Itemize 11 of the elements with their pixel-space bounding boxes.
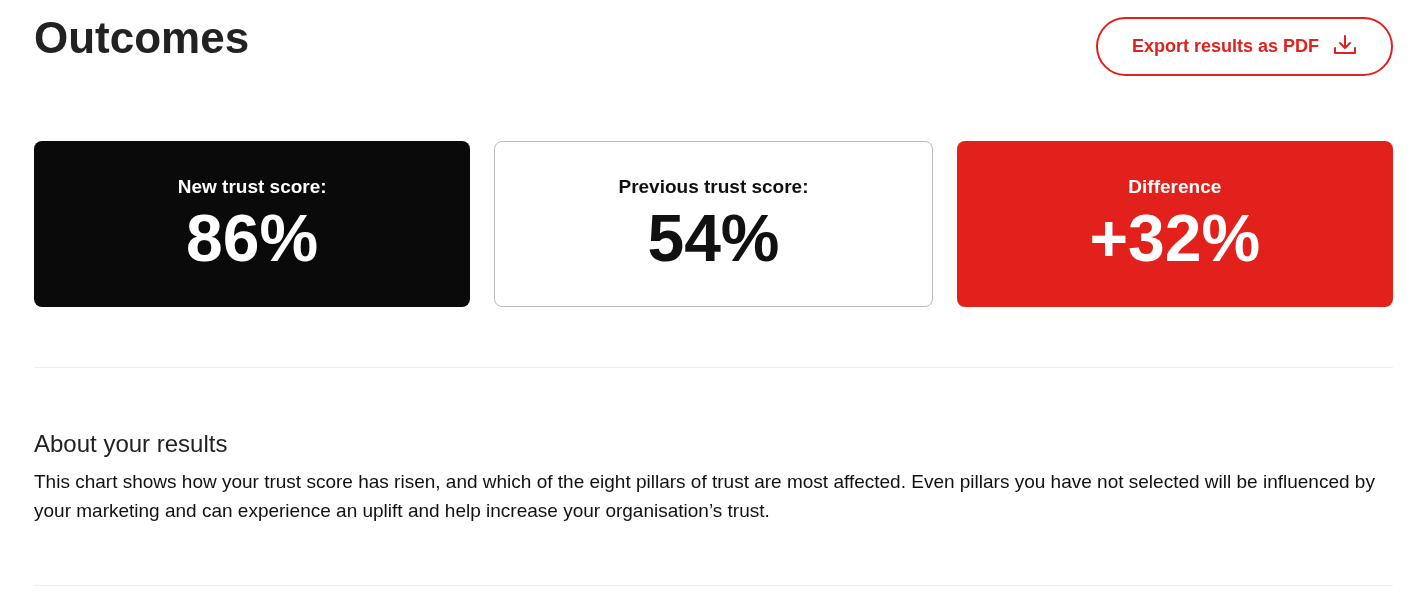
section-heading: About your results <box>34 430 229 459</box>
score-label: Previous trust score: <box>618 175 809 200</box>
score-value: +32% <box>1089 201 1261 275</box>
score-label: New trust score: <box>177 175 327 200</box>
page-title: Outcomes <box>34 14 250 63</box>
download-icon <box>1333 34 1357 56</box>
description-paragraph: This chart shows how your trust score has risen, and which of the eight pillars of trust are most affected. Even pillars you have not selected will be influenced by your marketing and can experience an uplift and help increase your organisation’s trust. <box>34 469 1376 523</box>
export-pdf-button[interactable]: Export results as PDF <box>1095 17 1393 76</box>
score-value: 86% <box>186 201 319 275</box>
score-value: 54% <box>647 201 780 275</box>
score-label: Difference <box>1128 175 1222 200</box>
